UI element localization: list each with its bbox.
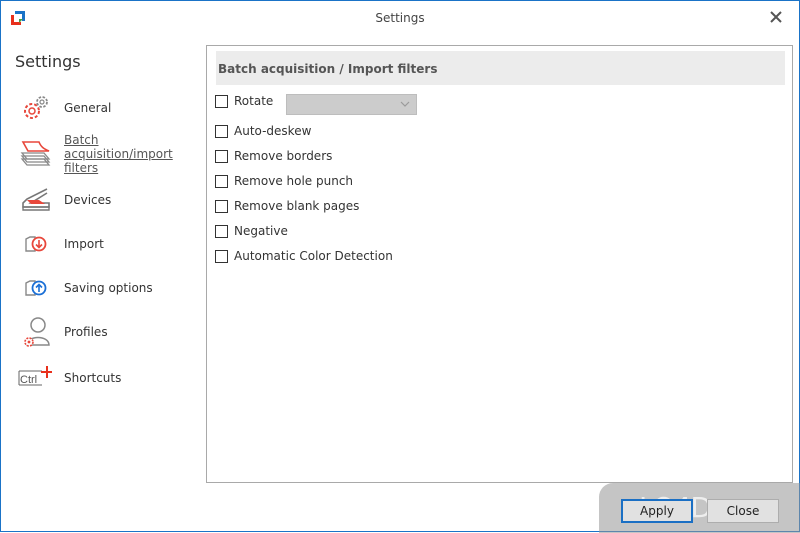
svg-text:Ctrl: Ctrl bbox=[20, 374, 37, 386]
sidebar-item-label: Profiles bbox=[64, 325, 108, 339]
sidebar-item-batch-acquisition[interactable]: Batch acquisition/import filters bbox=[19, 133, 199, 177]
close-button[interactable]: Close bbox=[707, 499, 779, 523]
panel-title: Batch acquisition / Import filters bbox=[218, 62, 438, 76]
gears-icon bbox=[24, 96, 48, 119]
sidebar-item-label-line: acquisition/import bbox=[64, 147, 173, 161]
option-label: Negative bbox=[234, 224, 288, 238]
scanner-icon bbox=[22, 188, 50, 211]
sidebar-item-label-line: filters bbox=[64, 161, 99, 175]
save-folder-icon bbox=[25, 280, 47, 296]
settings-window: Settings Settings General Batch acquisit… bbox=[0, 0, 800, 533]
sidebar-item-label: Shortcuts bbox=[64, 371, 122, 385]
option-label: Automatic Color Detection bbox=[234, 249, 393, 263]
checkbox-box[interactable] bbox=[215, 125, 228, 138]
rotate-select[interactable] bbox=[286, 94, 417, 115]
ctrl-shortcut-icon: Ctrl bbox=[18, 366, 52, 386]
option-label: Auto-deskew bbox=[234, 124, 312, 138]
sidebar-item-label: Saving options bbox=[64, 281, 153, 295]
option-label: Remove borders bbox=[234, 149, 333, 163]
sidebar-item-devices[interactable]: Devices bbox=[19, 185, 199, 215]
close-icon[interactable] bbox=[767, 8, 785, 26]
filters-panel: Batch acquisition / Import filters Rotat… bbox=[206, 45, 793, 483]
sidebar-item-saving-options[interactable]: Saving options bbox=[19, 273, 199, 303]
checkbox-box[interactable] bbox=[215, 250, 228, 263]
chevron-down-icon bbox=[400, 101, 410, 107]
checkbox-box[interactable] bbox=[215, 225, 228, 238]
sidebar-item-import[interactable]: Import bbox=[19, 229, 199, 259]
sidebar: Settings General Batch acquisition/impor… bbox=[1, 35, 201, 495]
sidebar-item-general[interactable]: General bbox=[19, 93, 199, 123]
panel-header: Batch acquisition / Import filters bbox=[216, 51, 785, 85]
option-label: Remove hole punch bbox=[234, 174, 354, 188]
sidebar-item-shortcuts[interactable]: Ctrl Shortcuts bbox=[18, 363, 199, 393]
paper-stack-icon bbox=[20, 141, 51, 166]
window-title: Settings bbox=[375, 11, 425, 25]
sidebar-item-label-line: Batch bbox=[64, 133, 99, 147]
checkbox-box[interactable] bbox=[215, 175, 228, 188]
checkbox-box[interactable] bbox=[215, 95, 228, 108]
sidebar-item-label: Devices bbox=[64, 193, 112, 207]
profile-icon bbox=[24, 317, 50, 347]
checkbox-box[interactable] bbox=[215, 150, 228, 163]
sidebar-title: Settings bbox=[15, 52, 81, 71]
import-folder-icon bbox=[25, 236, 47, 252]
sidebar-item-label: General bbox=[64, 101, 112, 115]
sidebar-item-profiles[interactable]: Profiles bbox=[19, 315, 199, 349]
option-label: Rotate bbox=[234, 94, 274, 108]
checkbox-box[interactable] bbox=[215, 200, 228, 213]
sidebar-item-label: Import bbox=[64, 237, 104, 251]
option-label: Remove blank pages bbox=[234, 199, 360, 213]
apply-button[interactable]: Apply bbox=[621, 499, 693, 523]
title-bar: Settings bbox=[1, 1, 799, 35]
